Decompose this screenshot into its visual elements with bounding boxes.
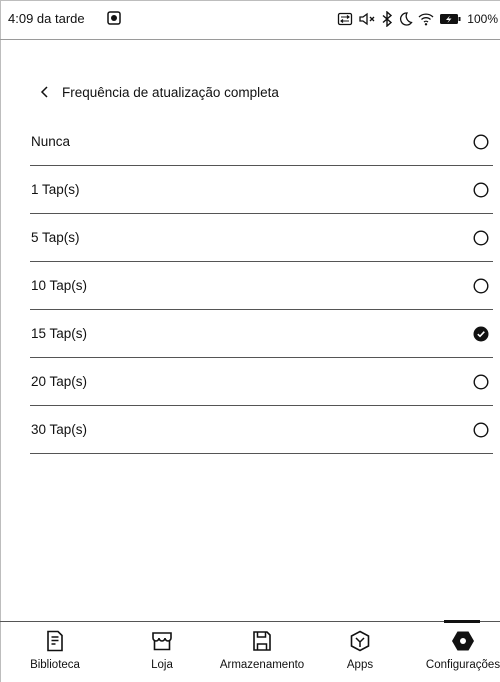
option-label: 10 Tap(s) <box>31 278 88 293</box>
option-label: 1 Tap(s) <box>31 182 80 197</box>
option-row[interactable]: 20 Tap(s) <box>30 358 493 406</box>
option-row[interactable]: Nunca <box>30 118 493 166</box>
option-row[interactable]: 30 Tap(s) <box>30 406 493 454</box>
option-label: 30 Tap(s) <box>31 422 88 437</box>
radio-unchecked-icon[interactable] <box>473 421 489 438</box>
night-mode-icon <box>400 12 413 26</box>
radio-unchecked-icon[interactable] <box>473 133 489 150</box>
settings-icon <box>452 631 474 651</box>
bottom-nav: Biblioteca Loja Armazenamento Apps Confi… <box>0 620 500 682</box>
nav-tab-label: Configurações <box>425 659 500 671</box>
radio-unchecked-icon[interactable] <box>473 373 489 390</box>
library-icon <box>47 630 63 652</box>
radio-unchecked-icon[interactable] <box>473 229 489 246</box>
store-icon <box>152 632 172 651</box>
page-header: Frequência de atualização completa <box>38 82 279 102</box>
sound-off-icon <box>359 12 375 26</box>
screen-rotation-icon <box>338 12 353 26</box>
nav-tab-configuracoes[interactable]: Configurações <box>418 630 500 671</box>
radio-unchecked-icon[interactable] <box>473 181 489 198</box>
option-label: Nunca <box>31 134 71 149</box>
page-title: Frequência de atualização completa <box>62 84 279 100</box>
nav-tab-label: Apps <box>346 659 374 671</box>
apps-icon <box>350 630 370 652</box>
status-time: 4:09 da tarde <box>8 11 85 26</box>
bluetooth-icon <box>382 11 393 27</box>
nav-tab-armazenamento[interactable]: Armazenamento <box>210 630 314 671</box>
nav-tab-loja[interactable]: Loja <box>133 630 191 671</box>
option-row[interactable]: 10 Tap(s) <box>30 262 493 310</box>
battery-percent: 100% <box>467 12 498 26</box>
option-row[interactable]: 5 Tap(s) <box>30 214 493 262</box>
status-icons: 100% <box>337 9 498 29</box>
option-label: 5 Tap(s) <box>31 230 80 245</box>
nav-tab-biblioteca[interactable]: Biblioteca <box>26 630 84 671</box>
refresh-frequency-list: Nunca 1 Tap(s) 5 Tap(s) 10 Tap(s) 15 Tap… <box>30 118 493 454</box>
nav-tab-label: Armazenamento <box>219 659 305 671</box>
wifi-icon <box>418 13 434 26</box>
radio-checked-icon[interactable] <box>473 326 489 342</box>
option-row-selected[interactable]: 15 Tap(s) <box>30 310 493 358</box>
chevron-left-icon[interactable] <box>38 84 52 100</box>
app-notification-icon <box>107 11 121 25</box>
battery-charging-icon <box>440 14 461 24</box>
option-row[interactable]: 1 Tap(s) <box>30 166 493 214</box>
status-bar: 4:09 da tarde 100% <box>0 0 500 40</box>
nav-tab-label: Biblioteca <box>30 659 80 671</box>
radio-unchecked-icon[interactable] <box>473 277 489 294</box>
nav-tab-apps[interactable]: Apps <box>335 630 385 671</box>
storage-icon <box>253 631 271 651</box>
nav-tab-label: Loja <box>151 659 173 671</box>
option-label: 15 Tap(s) <box>31 326 88 341</box>
option-label: 20 Tap(s) <box>31 374 88 389</box>
active-tab-indicator <box>444 620 480 623</box>
